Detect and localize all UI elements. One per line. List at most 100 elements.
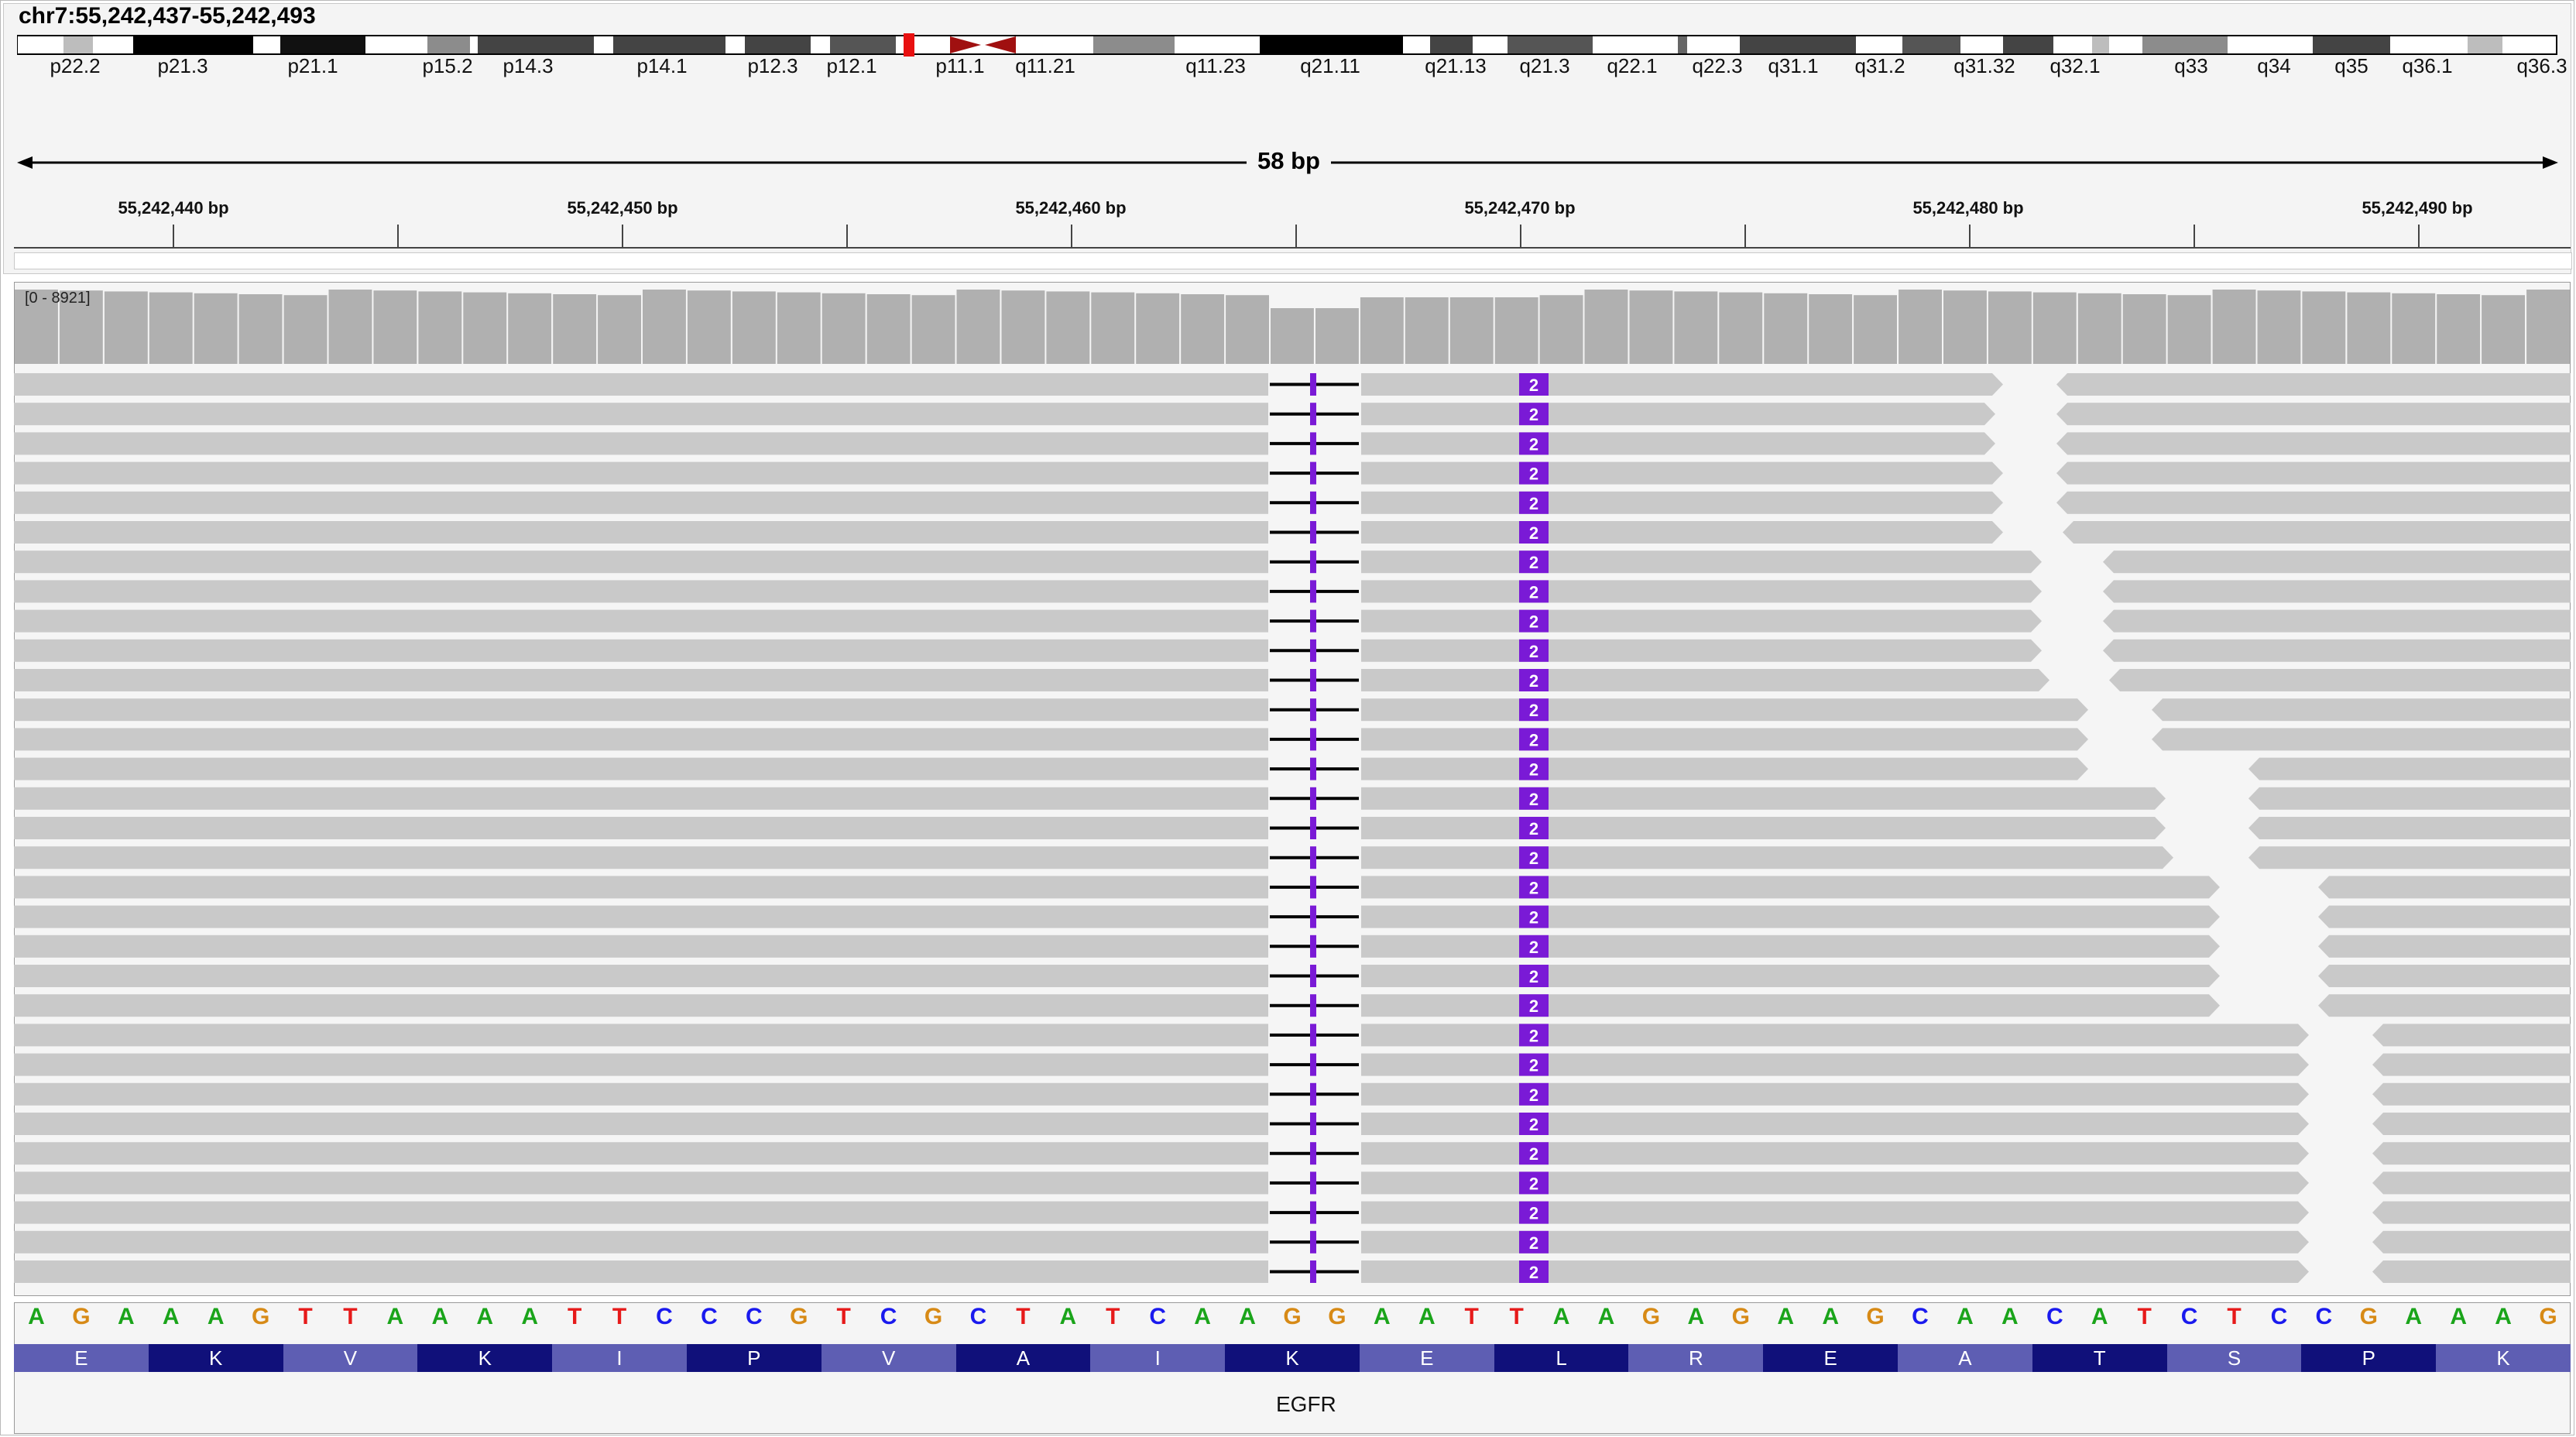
mate-read: [2114, 550, 2571, 574]
read-arrow-tip: [2209, 965, 2220, 987]
reads-track[interactable]: 2 2 2 2 2 2 2 2 2 2 2 2 2 2 2 2 2 2 2 2 2 2 2 2 2 2 2 2 2 2 2: [14, 367, 2571, 1296]
read-left-segment: [14, 1201, 1268, 1224]
read-right-segment: [1361, 1260, 2298, 1283]
mate-arrow-tip: [2056, 403, 2067, 426]
ruler-label: 55,242,490 bp: [2362, 198, 2473, 218]
read-right-segment: [1361, 609, 2031, 633]
span-label: 58 bp: [1247, 147, 1331, 175]
reference-base: T: [1106, 1304, 1120, 1329]
coverage-bar: [2347, 292, 2391, 364]
reference-base: A: [2001, 1304, 2019, 1329]
reference-base: C: [2180, 1304, 2198, 1329]
coverage-bar: [553, 294, 597, 364]
read-right-segment: [1361, 876, 2209, 899]
insertion-size-label: 2: [1529, 790, 1538, 809]
reference-base: A: [207, 1304, 225, 1329]
ruler-strip: [14, 252, 2572, 269]
mate-read: [2329, 876, 2571, 899]
read-right-segment: [1361, 1024, 2298, 1047]
read-left-segment: [14, 550, 1268, 574]
read-arrow-tip: [2298, 1082, 2309, 1106]
insertion-marker: [1310, 817, 1316, 839]
coverage-bar: [2482, 295, 2525, 364]
read-right-segment: [1361, 403, 1984, 426]
insertion-size-label: 2: [1529, 376, 1538, 395]
reference-base: A: [2450, 1304, 2468, 1329]
read-left-segment: [14, 1082, 1268, 1106]
mate-arrow-tip: [2056, 491, 2067, 514]
read-right-segment: [1361, 994, 2209, 1017]
read-right-segment: [1361, 580, 2031, 603]
read-left-segment: [14, 669, 1268, 691]
reference-base: A: [1239, 1304, 1256, 1329]
amino-acid-cell: E: [14, 1344, 149, 1372]
reference-base: G: [1283, 1304, 1302, 1329]
band-label: p21.1: [287, 54, 338, 77]
reference-base: A: [476, 1304, 494, 1329]
mate-arrow-tip: [2056, 461, 2067, 485]
band-label: q11.23: [1185, 54, 1246, 77]
band-label: q32.1: [2049, 54, 2101, 77]
reference-base: A: [521, 1304, 539, 1329]
read-left-segment: [14, 965, 1268, 987]
mate-read: [2114, 639, 2571, 662]
coverage-bar: [1226, 295, 1269, 364]
coverage-bar: [149, 292, 193, 364]
coverage-bar: [643, 290, 686, 364]
ruler-label: 55,242,440 bp: [118, 198, 229, 218]
mate-read: [2383, 1230, 2571, 1254]
mate-read: [2329, 935, 2571, 958]
insertion-size-label: 2: [1529, 494, 1538, 513]
amino-acid-cell: E: [1763, 1344, 1899, 1372]
insertion-size-label: 2: [1529, 701, 1538, 720]
coverage-bar: [373, 290, 417, 364]
mate-arrow-tip: [2248, 817, 2259, 839]
reference-base: A: [2091, 1304, 2108, 1329]
mate-read: [2259, 817, 2571, 839]
mate-arrow-tip: [2372, 1201, 2383, 1224]
reference-base: C: [1912, 1304, 1929, 1329]
reference-base: C: [1149, 1304, 1167, 1329]
coverage-bar: [2437, 294, 2481, 364]
read-arrow-tip: [2298, 1053, 2309, 1076]
amino-acid-cell: E: [1359, 1344, 1494, 1372]
insertion-marker: [1310, 876, 1316, 899]
insertion-size-label: 2: [1529, 1056, 1538, 1075]
ruler-label: 55,242,480 bp: [1912, 198, 2024, 218]
reference-base: C: [969, 1304, 987, 1329]
coverage-track[interactable]: [14, 282, 2571, 367]
reference-base: A: [1687, 1304, 1705, 1329]
mate-arrow-tip: [2063, 521, 2073, 544]
read-left-segment: [14, 432, 1268, 455]
chromosome-ideogram[interactable]: [17, 33, 2572, 57]
read-arrow-tip: [2155, 817, 2166, 839]
reference-base: T: [298, 1304, 313, 1329]
coverage-bar: [1181, 294, 1225, 364]
read-left-segment: [14, 817, 1268, 839]
mate-arrow-tip: [2318, 994, 2329, 1017]
coverage-bar: [2077, 293, 2122, 364]
position-ruler[interactable]: 55,242,440 bp 55,242,450 bp 55,242,460 bp 5…: [0, 194, 2576, 256]
read-right-segment: [1361, 373, 1992, 396]
mate-read: [2383, 1053, 2571, 1076]
mate-arrow-tip: [2152, 698, 2163, 722]
read-arrow-tip: [2298, 1260, 2309, 1283]
mate-read: [2383, 1082, 2571, 1106]
coverage-bar: [687, 290, 731, 364]
read-left-segment: [14, 580, 1268, 603]
read-right-segment: [1361, 1171, 2298, 1195]
reference-base: T: [343, 1304, 358, 1329]
coverage-bar: [194, 293, 238, 364]
reference-base: A: [1059, 1304, 1077, 1329]
insertion-marker: [1310, 787, 1316, 810]
coverage-bar: [1449, 297, 1494, 364]
amino-acid-cell: P: [686, 1344, 822, 1372]
mate-read: [2329, 905, 2571, 928]
read-arrow-tip: [2298, 1024, 2309, 1047]
mate-read: [2073, 521, 2571, 544]
insertion-size-label: 2: [1529, 878, 1538, 897]
amino-acid-cell: L: [1494, 1344, 1629, 1372]
read-left-segment: [14, 461, 1268, 485]
coverage-bar: [1091, 292, 1135, 364]
coverage-bar: [328, 290, 372, 364]
